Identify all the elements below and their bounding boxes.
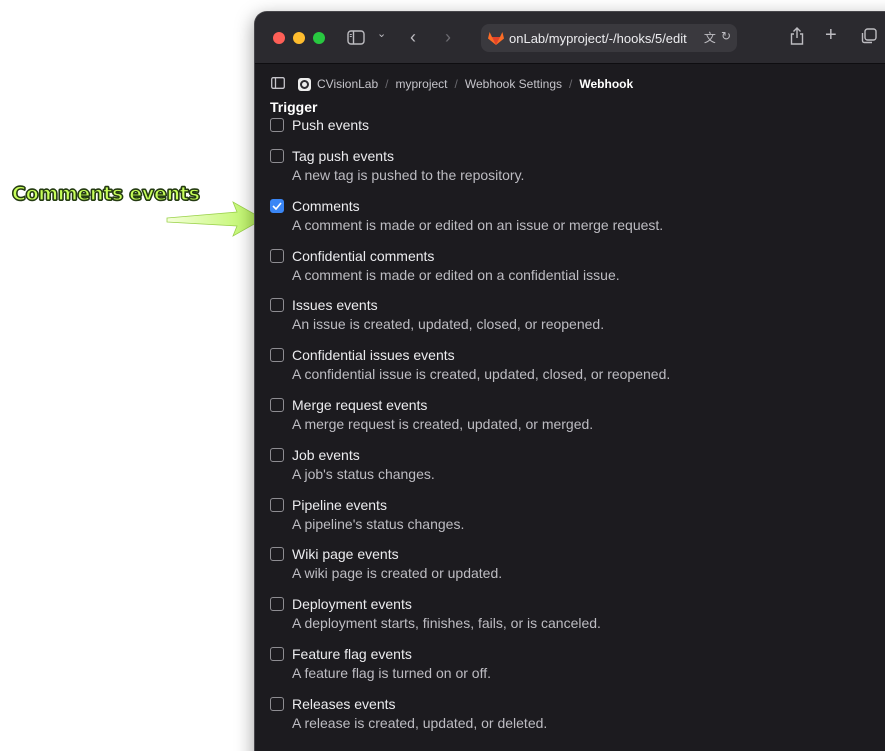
- trigger-label: Push events: [292, 117, 370, 133]
- trigger-label: Feature flag events: [292, 645, 412, 662]
- minimize-window-button[interactable]: [293, 31, 305, 44]
- trigger-checkbox[interactable]: [270, 497, 284, 512]
- breadcrumb-project[interactable]: myproject: [396, 77, 448, 91]
- trigger-description: A merge request is created, updated, or …: [292, 415, 594, 432]
- trigger-description: A deployment starts, finishes, fails, or…: [292, 615, 601, 632]
- section-title: Trigger: [270, 99, 318, 115]
- trigger-item[interactable]: Pipeline events A pipeline's status chang…: [270, 496, 885, 546]
- trigger-checkbox[interactable]: [270, 149, 284, 163]
- trigger-checkbox[interactable]: [270, 397, 284, 412]
- close-window-button[interactable]: [273, 31, 285, 44]
- trigger-label: Releases events: [292, 695, 396, 712]
- trigger-label: Confidential issues events: [292, 347, 455, 364]
- gitlab-icon: [488, 32, 504, 45]
- trigger-checkbox[interactable]: [270, 298, 284, 313]
- trigger-checkbox[interactable]: [270, 547, 284, 562]
- trigger-item[interactable]: Comments A comment is made or edited on a…: [270, 197, 885, 247]
- trigger-label: Issues events: [292, 297, 378, 314]
- trigger-item[interactable]: Push events: [270, 116, 885, 147]
- trigger-description: A confidential issue is created, updated…: [292, 366, 671, 383]
- trigger-checkbox[interactable]: [270, 348, 284, 363]
- trigger-label: Tag push events: [292, 148, 394, 164]
- trigger-item[interactable]: Job events A job's status changes.: [270, 446, 885, 496]
- checkmark-icon: [272, 202, 282, 210]
- trigger-label: Wiki page events: [292, 546, 399, 563]
- sidebar-toggle-icon[interactable]: [271, 76, 285, 92]
- trigger-section: Trigger Push events Tag push events A new …: [255, 98, 885, 745]
- trigger-checkbox[interactable]: [270, 447, 284, 462]
- trigger-item[interactable]: Feature flag events A feature flag is tur…: [270, 645, 885, 695]
- tab-overview-icon[interactable]: [861, 28, 877, 47]
- trigger-checkbox[interactable]: [270, 248, 284, 263]
- trigger-checkbox[interactable]: [270, 646, 284, 661]
- trigger-label: Comments: [292, 197, 360, 214]
- trigger-item[interactable]: Releases events A release is created, upd…: [270, 695, 885, 745]
- trigger-description: An issue is created, updated, closed, or…: [292, 316, 605, 333]
- breadcrumb-current: Webhook: [579, 77, 634, 91]
- trigger-description: A job's status changes.: [292, 465, 435, 482]
- trigger-checkbox[interactable]: [270, 597, 284, 612]
- trigger-description: A release is created, updated, or delete…: [292, 714, 548, 731]
- trigger-description: A pipeline's status changes.: [292, 515, 465, 532]
- address-bar[interactable]: onLab/myproject/-/hooks/5/edit 文 ↻: [481, 24, 737, 52]
- trigger-label: Deployment events: [292, 596, 412, 613]
- trigger-item[interactable]: Issues events An issue is created, update…: [270, 296, 885, 346]
- reload-icon[interactable]: ↻: [721, 29, 731, 46]
- trigger-item[interactable]: Wiki page events A wiki page is created o…: [270, 545, 885, 595]
- sidebar-toggle-icon[interactable]: [347, 30, 365, 48]
- trigger-list: Push events Tag push events A new tag is p…: [270, 116, 885, 745]
- group-avatar: [298, 77, 311, 91]
- trigger-item[interactable]: Deployment events A deployment starts, fi…: [270, 595, 885, 645]
- trigger-label: Merge request events: [292, 396, 428, 413]
- trigger-label: Pipeline events: [292, 496, 387, 513]
- trigger-checkbox[interactable]: [270, 198, 284, 213]
- trigger-checkbox[interactable]: [270, 118, 284, 132]
- chevron-down-icon[interactable]: ⌄: [377, 29, 386, 40]
- trigger-description: A comment is made or edited on a confide…: [292, 266, 620, 283]
- trigger-description: A wiki page is created or updated.: [292, 565, 503, 582]
- trigger-description: A feature flag is turned on or off.: [292, 664, 491, 681]
- breadcrumb-webhook-settings[interactable]: Webhook Settings: [465, 77, 562, 91]
- trigger-description: A new tag is pushed to the repository.: [292, 167, 525, 183]
- trigger-item[interactable]: Tag push events A new tag is pushed to th…: [270, 147, 885, 197]
- trigger-label: Job events: [292, 446, 360, 463]
- url-text: onLab/myproject/-/hooks/5/edit: [509, 30, 687, 46]
- trigger-item[interactable]: Confidential comments A comment is made o…: [270, 247, 885, 297]
- share-icon[interactable]: [790, 27, 804, 48]
- trigger-item[interactable]: Merge request events A merge request is c…: [270, 396, 885, 446]
- browser-titlebar: ⌄ ‹ › onLab/myproject/-/hooks/5/edit 文 ↻…: [255, 12, 885, 64]
- back-button[interactable]: ‹: [410, 28, 416, 46]
- annotation-arrow-icon: [166, 201, 264, 237]
- new-tab-icon[interactable]: +: [825, 25, 837, 45]
- forward-button[interactable]: ›: [445, 28, 451, 46]
- breadcrumb-group[interactable]: CVisionLab: [317, 77, 378, 91]
- trigger-label: Confidential comments: [292, 247, 435, 264]
- translate-icon[interactable]: 文: [704, 29, 716, 46]
- zoom-window-button[interactable]: [313, 31, 325, 44]
- trigger-checkbox[interactable]: [270, 696, 284, 711]
- browser-window: ⌄ ‹ › onLab/myproject/-/hooks/5/edit 文 ↻…: [255, 12, 885, 751]
- trigger-description: A comment is made or edited on an issue …: [292, 216, 664, 233]
- trigger-item[interactable]: Confidential issues events A confidential…: [270, 346, 885, 396]
